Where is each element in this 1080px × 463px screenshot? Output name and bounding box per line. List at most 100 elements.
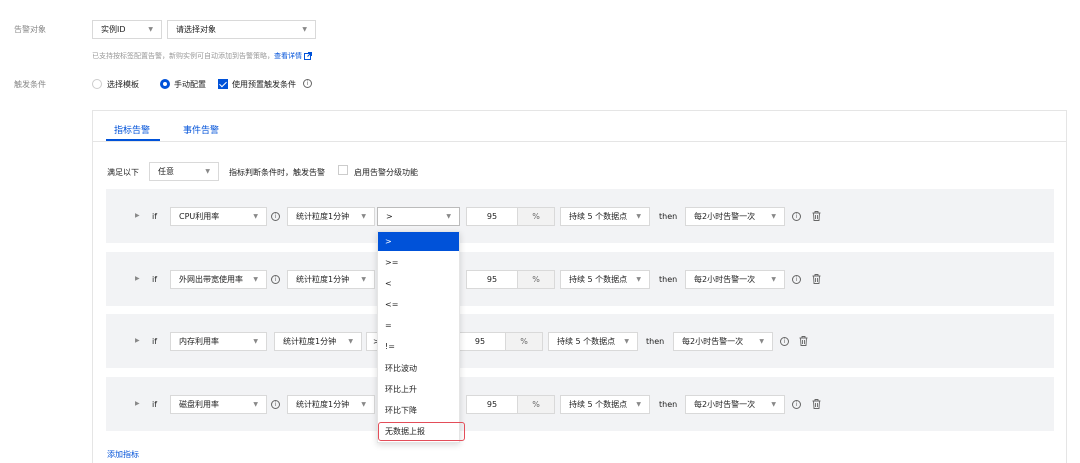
frequency-select[interactable]: 每2小时告警一次 ▼ (673, 332, 773, 351)
grading-checkbox[interactable] (338, 165, 348, 175)
duration-value: 持续 5 个数据点 (569, 275, 628, 284)
operator-option[interactable]: <= (378, 295, 459, 314)
metric-value: 外网出带宽使用率 (179, 275, 243, 284)
operator-option[interactable]: > (378, 232, 459, 251)
chevron-down-icon: ▼ (771, 213, 776, 220)
operator-option[interactable]: 环比下降 (378, 401, 459, 420)
operator-option[interactable]: 环比波动 (378, 359, 459, 378)
frequency-value: 每2小时告警一次 (694, 275, 756, 284)
duration-select[interactable]: 持续 5 个数据点 ▼ (548, 332, 638, 351)
chevron-down-icon: ▼ (253, 213, 258, 220)
frequency-select[interactable]: 每2小时告警一次 ▼ (685, 207, 785, 226)
granularity-select[interactable]: 统计粒度1分钟 ▼ (287, 395, 375, 414)
add-metric-link[interactable]: 添加指标 (107, 449, 139, 460)
operator-option[interactable]: = (378, 316, 459, 335)
unit-label: % (518, 395, 555, 414)
metric-select[interactable]: 磁盘利用率 ▼ (170, 395, 267, 414)
radio-template[interactable] (92, 79, 102, 89)
expand-icon[interactable]: ▶ (135, 275, 140, 282)
duration-select[interactable]: 持续 5 个数据点 ▼ (560, 270, 650, 289)
metric-value: 磁盘利用率 (179, 400, 219, 409)
frequency-select[interactable]: 每2小时告警一次 ▼ (685, 395, 785, 414)
metric-select[interactable]: CPU利用率 ▼ (170, 207, 267, 226)
rule-suffix: 指标判断条件时，触发告警 (229, 168, 325, 177)
info-icon[interactable]: i (271, 275, 280, 284)
if-keyword: if (152, 275, 158, 284)
info-icon[interactable]: i (303, 79, 312, 88)
granularity-value: 统计粒度1分钟 (296, 275, 350, 284)
frequency-select[interactable]: 每2小时告警一次 ▼ (685, 270, 785, 289)
duration-value: 持续 5 个数据点 (557, 337, 616, 346)
chevron-down-icon: ▼ (348, 338, 353, 345)
if-keyword: if (152, 400, 158, 409)
metric-value: 内存利用率 (179, 337, 219, 346)
threshold-input[interactable]: 95 (454, 332, 506, 351)
metric-select[interactable]: 外网出带宽使用率 ▼ (170, 270, 267, 289)
chevron-down-icon: ▼ (361, 401, 366, 408)
threshold-input[interactable]: 95 (466, 207, 518, 226)
operator-dropdown: > >= < <= = != 环比波动 环比上升 环比下降 无数据上报 (377, 231, 465, 443)
unit-label: % (518, 270, 555, 289)
radio-manual-label: 手动配置 (174, 80, 206, 89)
operator-option[interactable]: < (378, 274, 459, 293)
radio-manual[interactable] (160, 79, 170, 89)
chevron-down-icon: ▼ (446, 213, 451, 220)
radio-template-label: 选择模板 (107, 80, 139, 89)
expand-icon[interactable]: ▶ (135, 400, 140, 407)
if-keyword: if (152, 212, 158, 221)
chevron-down-icon: ▼ (771, 276, 776, 283)
trash-icon[interactable] (812, 274, 821, 284)
target-hint-text: 已支持按标签配置告警，新购实例可自动添加到告警策略， (92, 52, 274, 60)
frequency-value: 每2小时告警一次 (694, 212, 756, 221)
details-link[interactable]: 查看详情 (274, 52, 302, 60)
chevron-down-icon: ▼ (759, 338, 764, 345)
chevron-down-icon: ▼ (148, 26, 153, 33)
info-icon[interactable]: i (792, 275, 801, 284)
info-icon[interactable]: i (271, 212, 280, 221)
chevron-down-icon: ▼ (624, 338, 629, 345)
chevron-down-icon: ▼ (636, 213, 641, 220)
target-type-select[interactable]: 实例ID ▼ (92, 20, 162, 39)
operator-option-no-data[interactable]: 无数据上报 (378, 422, 465, 441)
trash-icon[interactable] (812, 399, 821, 409)
chevron-down-icon: ▼ (253, 338, 258, 345)
chevron-down-icon: ▼ (205, 168, 210, 175)
granularity-select[interactable]: 统计粒度1分钟 ▼ (274, 332, 362, 351)
target-object-select[interactable]: 请选择对象 ▼ (167, 20, 316, 39)
chevron-down-icon: ▼ (253, 401, 258, 408)
then-keyword: then (646, 337, 665, 346)
trash-icon[interactable] (812, 211, 821, 221)
info-icon[interactable]: i (792, 212, 801, 221)
trash-icon[interactable] (799, 336, 808, 346)
then-keyword: then (659, 400, 678, 409)
target-label: 告警对象 (14, 25, 46, 34)
frequency-value: 每2小时告警一次 (694, 400, 756, 409)
operator-option[interactable]: 环比上升 (378, 380, 459, 399)
target-type-value: 实例ID (101, 25, 126, 34)
info-icon[interactable]: i (792, 400, 801, 409)
tab-metric-alarm[interactable]: 指标告警 (114, 123, 150, 136)
metric-select[interactable]: 内存利用率 ▼ (170, 332, 267, 351)
operator-option[interactable]: >= (378, 253, 459, 272)
threshold-input[interactable]: 95 (466, 395, 518, 414)
use-preset-checkbox[interactable] (218, 79, 228, 89)
frequency-value: 每2小时告警一次 (682, 337, 744, 346)
granularity-select[interactable]: 统计粒度1分钟 ▼ (287, 270, 375, 289)
external-link-icon[interactable] (304, 52, 313, 60)
info-icon[interactable]: i (780, 337, 789, 346)
info-icon[interactable]: i (271, 400, 280, 409)
rule-mode-select[interactable]: 任意 ▼ (149, 162, 219, 181)
duration-select[interactable]: 持续 5 个数据点 ▼ (560, 395, 650, 414)
unit-label: % (518, 207, 555, 226)
granularity-select[interactable]: 统计粒度1分钟 ▼ (287, 207, 375, 226)
then-keyword: then (659, 212, 678, 221)
operator-select[interactable]: > ▼ (377, 207, 460, 226)
chevron-down-icon: ▼ (361, 213, 366, 220)
threshold-input[interactable]: 95 (466, 270, 518, 289)
operator-option[interactable]: != (378, 337, 459, 356)
duration-select[interactable]: 持续 5 个数据点 ▼ (560, 207, 650, 226)
expand-icon[interactable]: ▶ (135, 337, 140, 344)
metric-value: CPU利用率 (179, 212, 220, 221)
expand-icon[interactable]: ▶ (135, 212, 140, 219)
tab-event-alarm[interactable]: 事件告警 (183, 123, 219, 136)
